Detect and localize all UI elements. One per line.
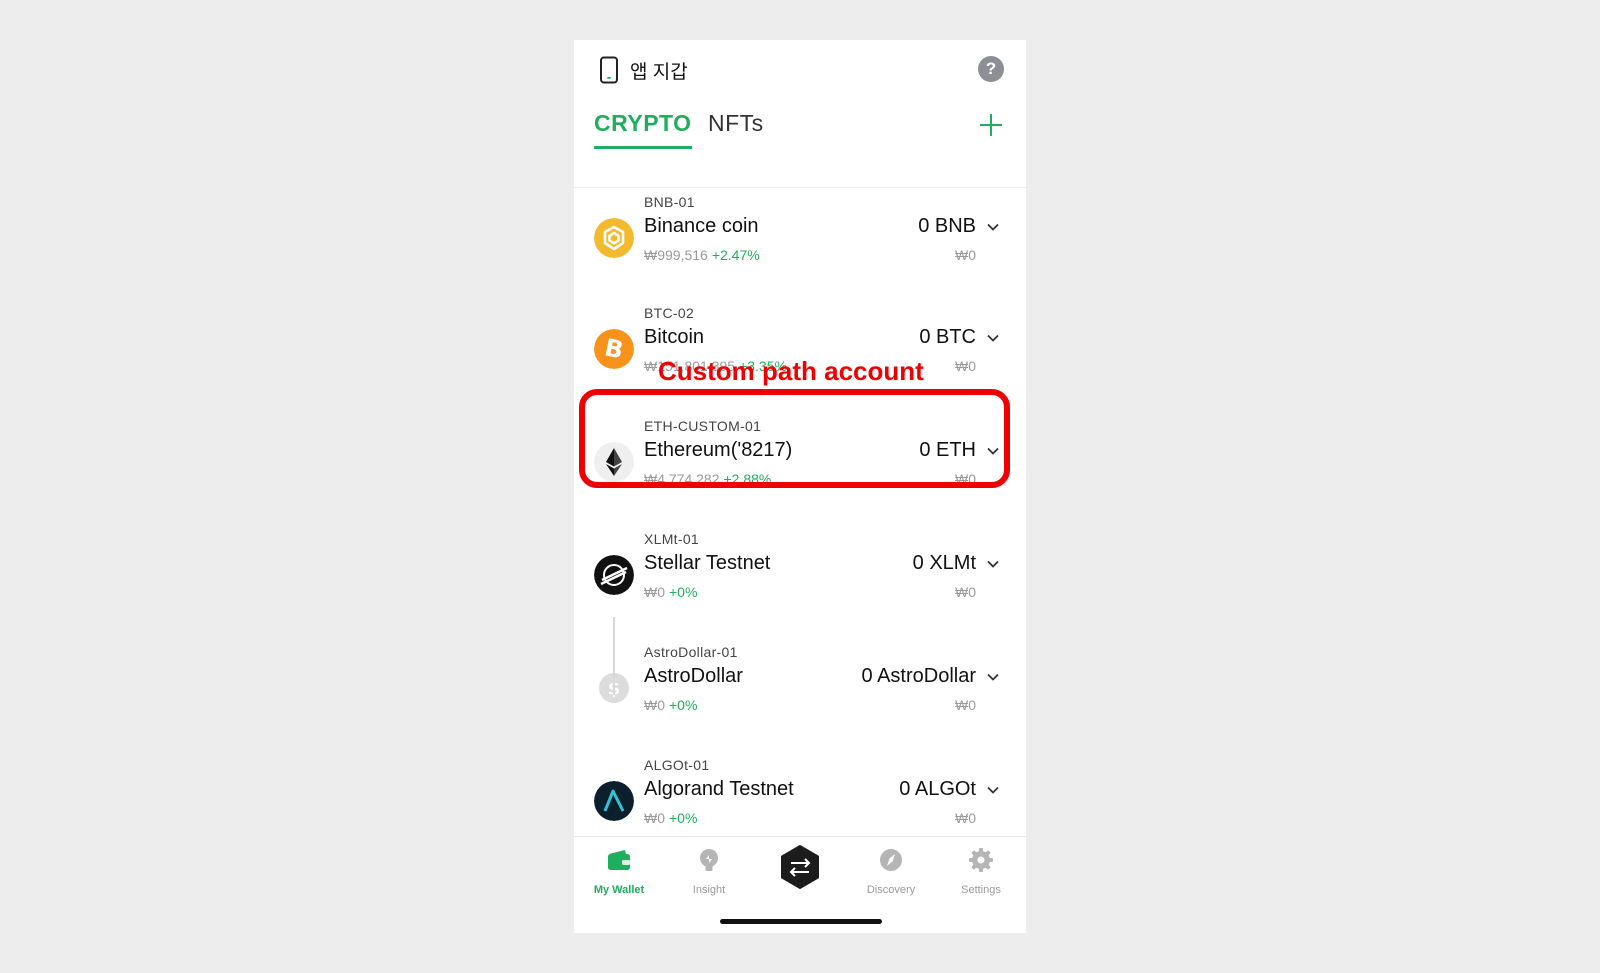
stellar-icon	[594, 555, 634, 595]
price-line: ₩0 +0%	[644, 810, 697, 826]
fiat-balance: ₩0	[955, 697, 976, 713]
algorand-icon	[594, 781, 634, 821]
fiat-balance: ₩0	[955, 584, 976, 600]
header: 앱 지갑 ?	[574, 40, 1026, 104]
chevron-down-icon[interactable]	[986, 220, 1000, 234]
chevron-down-icon[interactable]	[986, 331, 1000, 345]
coin-name: Stellar Testnet	[644, 552, 771, 574]
price-change: +2.47%	[711, 247, 760, 263]
nav-label: Insight	[692, 884, 726, 896]
bitcoin-icon: B	[594, 329, 634, 369]
annotation-highlight-box	[579, 389, 1010, 488]
help-icon: ?	[985, 59, 997, 78]
tab-nfts[interactable]: NFTs	[708, 110, 764, 146]
account-id: AstroDollar-01	[644, 644, 738, 660]
price-change: +0%	[669, 810, 698, 826]
fiat-balance: ₩0	[955, 247, 976, 263]
coin-name: Binance coin	[644, 215, 759, 237]
gear-icon	[969, 848, 993, 872]
annotation-label: Custom path account	[658, 356, 924, 386]
chevron-down-icon[interactable]	[986, 557, 1000, 571]
phone-icon	[600, 56, 618, 84]
price-line: ₩0 +0%	[644, 584, 697, 600]
account-id: XLMt-01	[644, 531, 700, 547]
chevron-down-icon[interactable]	[986, 783, 1000, 797]
wallet-icon	[608, 850, 630, 870]
bottom-nav: My Wallet Insight Discovery Settings	[574, 836, 1026, 933]
nav-settings[interactable]: Settings	[946, 847, 1016, 896]
account-id: BTC-02	[644, 305, 695, 321]
home-indicator	[720, 919, 882, 924]
coin-price: ₩0	[644, 697, 665, 713]
coin-balance: 0 BTC	[919, 326, 976, 348]
coin-balance: 0 XLMt	[912, 552, 976, 574]
price-line: ₩999,516 +2.47%	[644, 247, 760, 263]
nav-insight[interactable]: Insight	[674, 847, 744, 896]
account-row-stellar[interactable]: XLMt-01 Stellar Testnet ₩0 +0% 0 XLMt ₩0	[574, 521, 1026, 634]
coin-name: AstroDollar	[644, 665, 743, 687]
price-change: +0%	[669, 697, 698, 713]
fiat-balance: ₩0	[955, 358, 976, 374]
account-connector-line	[613, 617, 615, 695]
coin-balance: 0 AstroDollar	[861, 665, 977, 687]
coin-price: ₩0	[644, 810, 665, 826]
nav-label: Settings	[961, 884, 1001, 896]
compass-icon	[880, 849, 902, 871]
coin-name: Algorand Testnet	[644, 778, 794, 800]
price-line: ₩0 +0%	[644, 697, 697, 713]
coin-balance: 0 BNB	[918, 215, 976, 237]
account-id: ALGOt-01	[644, 757, 710, 773]
app-title: 앱 지갑	[630, 62, 688, 83]
tab-crypto[interactable]: CRYPTO	[594, 110, 692, 149]
account-row-astrodollar[interactable]: $ AstroDollar-01 AstroDollar ₩0+0% 0 Ast…	[574, 634, 1026, 747]
nav-label: Discovery	[866, 884, 916, 896]
account-id: BNB-01	[644, 194, 695, 210]
swap-icon[interactable]	[778, 845, 822, 889]
help-button[interactable]: ?	[978, 56, 1004, 82]
nav-my-wallet[interactable]: My Wallet	[584, 847, 654, 896]
tab-bar: CRYPTO NFTs	[574, 104, 1026, 188]
coin-name: Bitcoin	[644, 326, 705, 348]
bnb-icon	[594, 218, 634, 258]
lightbulb-icon	[700, 849, 718, 871]
coin-price: ₩999,516	[644, 247, 708, 263]
account-row-bnb[interactable]: BNB-01 Binance coin ₩999,516 +2.47% 0 BNB…	[574, 184, 1026, 297]
coin-balance: 0 ALGOt	[899, 778, 976, 800]
nav-discovery[interactable]: Discovery	[856, 847, 926, 896]
fiat-balance: ₩0	[955, 810, 976, 826]
chevron-down-icon[interactable]	[986, 670, 1000, 684]
price-change: +0%	[669, 584, 698, 600]
coin-price: ₩0	[644, 584, 665, 600]
add-icon[interactable]	[978, 112, 1004, 138]
nav-label: My Wallet	[593, 884, 645, 896]
